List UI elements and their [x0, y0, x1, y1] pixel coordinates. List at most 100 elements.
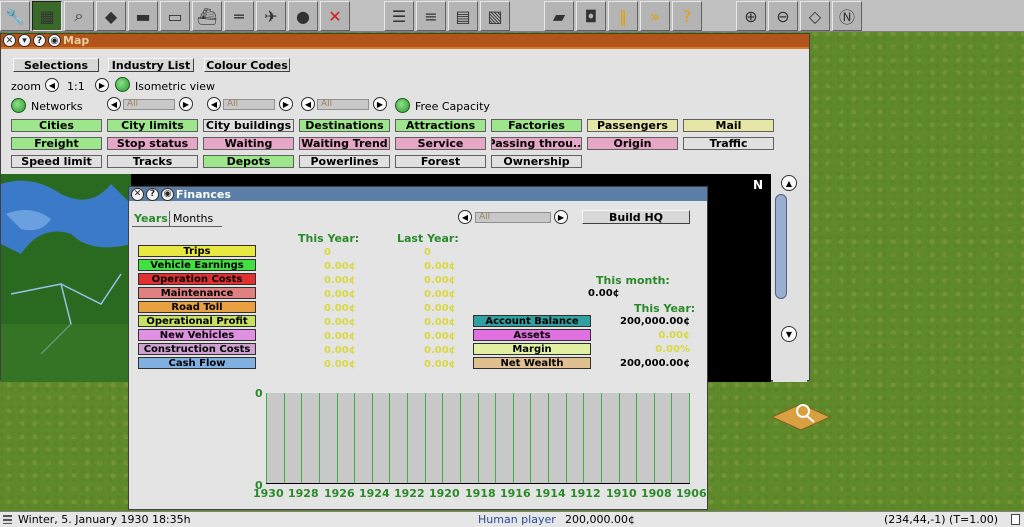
scroll-thumb[interactable]: [775, 194, 787, 299]
tab-divider: [169, 211, 170, 227]
line-management-icon[interactable]: ☰: [384, 1, 414, 31]
magnifier-icon[interactable]: ⌕: [64, 1, 94, 31]
map-filter-passing-throu[interactable]: Passing throu...: [491, 137, 582, 150]
map-filter-depots[interactable]: Depots: [203, 155, 294, 168]
finance-row-new-vehicles[interactable]: New Vehicles: [138, 329, 256, 341]
ship-icon[interactable]: ⛴: [192, 1, 222, 31]
tab-years[interactable]: Years: [134, 212, 168, 225]
finance-row-road-toll[interactable]: Road Toll: [138, 301, 256, 313]
finances-titlebar[interactable]: ✕ ? ◉ Finances: [129, 187, 707, 201]
camera-icon[interactable]: ◘: [576, 1, 606, 31]
map-filter-city-limits[interactable]: City limits: [107, 119, 198, 132]
map-filter-freight[interactable]: Freight: [11, 137, 102, 150]
finance-filter-next-arrow[interactable]: ▶: [554, 210, 568, 224]
map-filter-factories[interactable]: Factories: [491, 119, 582, 132]
finance-row-operation-costs[interactable]: Operation Costs: [138, 273, 256, 285]
finance-filter-combo[interactable]: All: [475, 212, 551, 223]
map-scrollbar[interactable]: ▲ ▼: [773, 174, 807, 382]
road-icon[interactable]: ●: [288, 1, 318, 31]
status-menu-icon[interactable]: [3, 515, 12, 524]
scroll-up-arrow[interactable]: ▲: [781, 175, 797, 191]
map-filter-waiting-trend[interactable]: Waiting Trend: [299, 137, 390, 150]
network-filter-combo[interactable]: All: [123, 99, 175, 110]
isometric-toggle[interactable]: [115, 77, 130, 92]
help-icon[interactable]: ?: [146, 187, 159, 201]
map-filter-forest[interactable]: Forest: [395, 155, 486, 168]
map-filter-ownership[interactable]: Ownership: [491, 155, 582, 168]
network-filter-combo[interactable]: All: [223, 99, 275, 110]
compass-icon[interactable]: Ⓝ: [832, 1, 862, 31]
summary-assets[interactable]: Assets: [473, 329, 591, 341]
fast-forward-icon[interactable]: »: [640, 1, 670, 31]
map-tab-colour-codes[interactable]: Colour Codes: [204, 58, 290, 72]
monorail-icon[interactable]: ═: [224, 1, 254, 31]
train-icon[interactable]: ▰: [544, 1, 574, 31]
terrain-icon[interactable]: ◆: [96, 1, 126, 31]
map-filter-attractions[interactable]: Attractions: [395, 119, 486, 132]
summary-margin[interactable]: Margin: [473, 343, 591, 355]
grid-icon[interactable]: ◇: [800, 1, 830, 31]
scroll-down-arrow[interactable]: ▼: [781, 326, 797, 342]
finance-row-maintenance[interactable]: Maintenance: [138, 287, 256, 299]
map-filter-tracks[interactable]: Tracks: [107, 155, 198, 168]
list-icon[interactable]: ≡: [416, 1, 446, 31]
zoom-in-icon[interactable]: ⊕: [736, 1, 766, 31]
network-filter-next-arrow[interactable]: ▶: [179, 97, 193, 111]
pin-icon[interactable]: ◉: [161, 187, 174, 201]
network-filter-prev-arrow[interactable]: ◀: [107, 97, 121, 111]
map-filter-passengers[interactable]: Passengers: [587, 119, 678, 132]
close-icon[interactable]: ✕: [3, 34, 16, 47]
finance-icon[interactable]: ▤: [448, 1, 478, 31]
finance-last-year-value: 0.00¢: [424, 275, 456, 286]
map-filter-stop-status[interactable]: Stop status: [107, 137, 198, 150]
airplane-icon[interactable]: ✈: [256, 1, 286, 31]
tab-months[interactable]: Months: [173, 212, 213, 225]
zoom-in-arrow[interactable]: ▶: [95, 78, 109, 92]
status-page-icon[interactable]: [1011, 514, 1020, 525]
finance-row-construction-costs[interactable]: Construction Costs: [138, 343, 256, 355]
network-filter-next-arrow[interactable]: ▶: [279, 97, 293, 111]
finance-row-operational-profit[interactable]: Operational Profit: [138, 315, 256, 327]
network-filter-combo[interactable]: All: [317, 99, 369, 110]
map-filter-mail[interactable]: Mail: [683, 119, 774, 132]
map-filter-origin[interactable]: Origin: [587, 137, 678, 150]
networks-toggle[interactable]: [11, 98, 26, 113]
finance-row-vehicle-earnings[interactable]: Vehicle Earnings: [138, 259, 256, 271]
free-capacity-toggle[interactable]: [395, 98, 410, 113]
zoom-out-arrow[interactable]: ◀: [45, 78, 59, 92]
map-filter-traffic[interactable]: Traffic: [683, 137, 774, 150]
network-filter-next-arrow[interactable]: ▶: [373, 97, 387, 111]
map-filter-powerlines[interactable]: Powerlines: [299, 155, 390, 168]
build-hq-button[interactable]: Build HQ: [582, 210, 690, 224]
map-filter-destinations[interactable]: Destinations: [299, 119, 390, 132]
network-filter-prev-arrow[interactable]: ◀: [207, 97, 221, 111]
summary-account-balance[interactable]: Account Balance: [473, 315, 591, 327]
tram-icon[interactable]: ▭: [160, 1, 190, 31]
finance-filter-prev-arrow[interactable]: ◀: [458, 210, 472, 224]
zoom-out-icon[interactable]: ⊖: [768, 1, 798, 31]
map-filter-speed-limit[interactable]: Speed limit: [11, 155, 102, 168]
map-filter-waiting[interactable]: Waiting: [203, 137, 294, 150]
graph-icon[interactable]: ▧: [480, 1, 510, 31]
cross-icon[interactable]: ✕: [320, 1, 350, 31]
pause-icon[interactable]: ‖: [608, 1, 638, 31]
map-filter-service[interactable]: Service: [395, 137, 486, 150]
map-filter-city-buildings[interactable]: City buildings: [203, 119, 294, 132]
map-titlebar[interactable]: ✕ ▾ ? ◉ Map: [1, 34, 809, 47]
minimize-icon[interactable]: ▾: [18, 34, 31, 47]
road-vehicle-icon[interactable]: ▬: [128, 1, 158, 31]
map-tab-selections[interactable]: Selections: [13, 58, 99, 72]
summary-net-wealth[interactable]: Net Wealth: [473, 357, 591, 369]
finance-row-cash-flow[interactable]: Cash Flow: [138, 357, 256, 369]
help-icon[interactable]: ?: [672, 1, 702, 31]
map-icon[interactable]: ▦: [32, 1, 62, 31]
finance-row-trips[interactable]: Trips: [138, 245, 256, 257]
wrench-icon[interactable]: 🔧: [0, 1, 30, 31]
map-filter-cities[interactable]: Cities: [11, 119, 102, 132]
pin-icon[interactable]: ◉: [48, 34, 61, 47]
close-icon[interactable]: ✕: [131, 187, 144, 201]
chart-x-tick: 1914: [535, 487, 566, 500]
help-icon[interactable]: ?: [33, 34, 46, 47]
network-filter-prev-arrow[interactable]: ◀: [301, 97, 315, 111]
map-tab-industry-list[interactable]: Industry List: [108, 58, 194, 72]
